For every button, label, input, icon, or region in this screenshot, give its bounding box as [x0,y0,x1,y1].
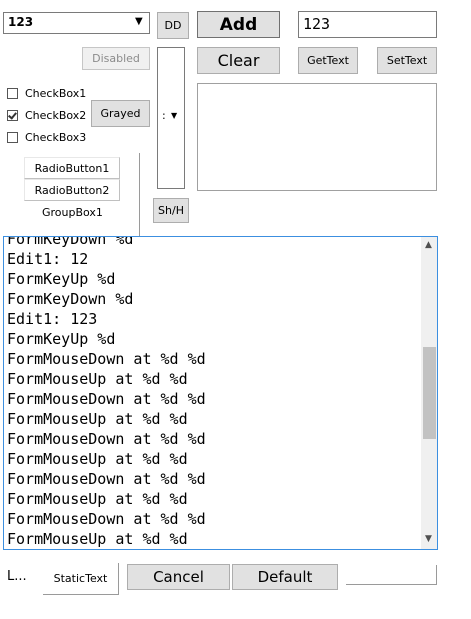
log-line: Edit1: 123 [7,310,98,328]
show-hide-button[interactable]: Sh/H [153,198,189,223]
log-line: FormKeyDown %d [7,290,134,308]
memo-box[interactable] [197,83,437,191]
log-line: FormMouseUp at %d %d [7,370,188,388]
log-line: FormMouseDown at %d %d [7,350,206,368]
log-line: FormMouseUp at %d %d [7,450,188,468]
scroll-up-icon[interactable]: ▲ [425,240,432,250]
disabled-button[interactable]: Disabled [82,47,150,70]
chevron-down-icon[interactable]: ▼ [135,16,143,27]
clear-button[interactable]: Clear [197,47,280,74]
checkbox2[interactable]: CheckBox2 [7,109,86,122]
edit1-input[interactable]: 123 [298,11,437,38]
vertical-divider [139,153,140,237]
static-text: StaticText [43,563,119,595]
log-line: FormKeyUp %d [7,270,116,288]
radio-button-1[interactable]: RadioButton1 [24,157,120,179]
log-line: FormKeyDown %d [7,236,134,248]
checkbox2-label: CheckBox2 [25,109,87,122]
checkbox3[interactable]: CheckBox3 [7,131,86,144]
settext-button[interactable]: SetText [377,47,437,74]
log-line: FormMouseDown at %d %d [7,430,206,448]
checkbox2-box[interactable] [7,110,18,121]
log-line: FormMouseDown at %d %d [7,470,206,488]
edit1-value: 123 [303,15,331,33]
gettext-button[interactable]: GetText [298,47,358,74]
narrow-combobox-value: : [162,109,166,122]
bottom-right-edit[interactable] [346,565,437,585]
log-line: FormMouseUp at %d %d [7,530,188,548]
log-line: Edit1: 12 [7,250,89,268]
scroll-down-icon[interactable]: ▼ [425,534,432,544]
radio-button-2[interactable]: RadioButton2 [24,179,120,201]
dd-button[interactable]: DD [157,12,189,39]
add-button[interactable]: Add [197,11,280,38]
scroll-thumb[interactable] [423,347,436,439]
grayed-button[interactable]: Grayed [91,100,150,127]
log-lines: FormKeyDown %d Edit1: 12 FormKeyUp %d FormK… [7,236,417,549]
checkbox1-box[interactable] [7,88,18,99]
log-scrollbar[interactable]: ▲ ▼ [421,237,437,549]
main-combobox-value: 123 [8,15,34,29]
cancel-button[interactable]: Cancel [127,564,230,590]
groupbox-label: GroupBox1 [42,206,103,219]
log-line: FormMouseDown at %d %d [7,510,206,528]
checkbox3-label: CheckBox3 [25,131,87,144]
checkbox3-box[interactable] [7,132,18,143]
main-combobox[interactable]: 123 ▼ [3,12,150,34]
log-line: FormMouseUp at %d %d [7,490,188,508]
log-line: FormMouseDown at %d %d [7,390,206,408]
log-line: FormKeyUp %d [7,330,116,348]
chevron-down-icon[interactable]: ▼ [171,111,177,120]
narrow-combobox[interactable]: : ▼ [157,47,185,189]
checkbox1-label: CheckBox1 [25,87,87,100]
default-button[interactable]: Default [232,564,338,590]
log-line: FormMouseUp at %d %d [7,410,188,428]
checkbox1[interactable]: CheckBox1 [7,87,86,100]
label-l: L... [7,569,27,584]
log-memo[interactable]: FormKeyDown %d Edit1: 12 FormKeyUp %d FormK… [3,236,438,550]
